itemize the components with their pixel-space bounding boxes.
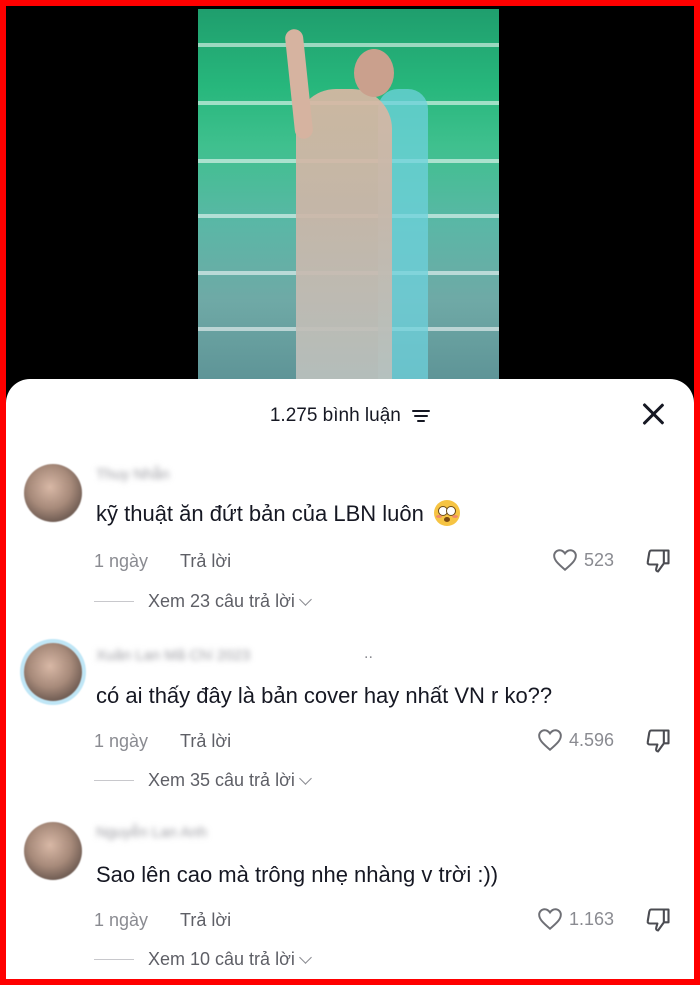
dislike-icon[interactable] xyxy=(644,727,672,755)
view-replies-label: Xem 35 câu trả lời xyxy=(148,770,295,790)
like-button[interactable]: 523 xyxy=(552,548,614,572)
reply-button[interactable]: Trả lời xyxy=(180,910,231,931)
comments-count: 1.275 bình luận xyxy=(269,405,401,426)
close-icon[interactable] xyxy=(640,401,666,427)
divider-line xyxy=(94,959,134,960)
comment-time: 1 ngày xyxy=(94,910,149,930)
chevron-down-icon xyxy=(299,772,312,785)
view-replies-label: Xem 10 câu trả lời xyxy=(148,949,295,969)
singer-head xyxy=(354,49,394,97)
comment-time: 1 ngày xyxy=(94,731,149,751)
comment-text-content: kỹ thuật ăn đứt bản của LBN luôn xyxy=(96,501,424,526)
divider-line xyxy=(94,780,134,781)
chevron-down-icon xyxy=(299,593,312,606)
heart-icon xyxy=(538,908,562,931)
comment-username-text: Xuân Lan Mã Chí 2023 xyxy=(96,647,251,664)
username-ellipsis: .. xyxy=(364,645,373,662)
comments-sheet: 1.275 bình luận Thuy Nhẫn kỹ thuật ăn đứ… xyxy=(6,379,694,979)
heart-icon xyxy=(553,549,577,572)
reply-button[interactable]: Trả lời xyxy=(180,731,231,752)
like-button[interactable]: 1.163 xyxy=(537,907,614,931)
stage-stripe xyxy=(198,43,499,47)
comment-username[interactable]: Xuân Lan Mã Chí 2023 xyxy=(96,647,250,665)
avatar[interactable] xyxy=(24,464,82,522)
video-player[interactable] xyxy=(198,9,499,399)
divider-line xyxy=(94,601,134,602)
view-replies-label: Xem 23 câu trả lời xyxy=(148,591,295,611)
comment-text: kỹ thuật ăn đứt bản của LBN luôn xyxy=(96,500,460,527)
view-replies-button[interactable]: Xem 23 câu trả lời xyxy=(94,591,312,612)
dislike-icon[interactable] xyxy=(644,547,672,575)
dislike-icon[interactable] xyxy=(644,906,672,934)
reply-button[interactable]: Trả lời xyxy=(180,551,231,572)
avatar[interactable] xyxy=(24,643,82,701)
comment-time: 1 ngày xyxy=(94,551,149,571)
heart-icon xyxy=(538,729,562,752)
like-count: 1.163 xyxy=(568,908,614,929)
comment-text: có ai thấy đây là bản cover hay nhất VN … xyxy=(96,683,553,708)
flushed-face-icon xyxy=(433,500,460,526)
avatar[interactable] xyxy=(24,822,82,880)
like-count: 523 xyxy=(583,549,614,570)
like-button[interactable]: 4.596 xyxy=(537,728,614,752)
view-replies-button[interactable]: Xem 10 câu trả lời xyxy=(94,949,312,970)
comment-text: Sao lên cao mà trông nhẹ nhàng v trời :)… xyxy=(96,862,499,887)
filter-lines-icon[interactable] xyxy=(412,409,431,423)
comment-username[interactable]: Thuy Nhẫn xyxy=(96,466,169,484)
comment-username[interactable]: Nguyễn Lan Anh xyxy=(96,824,207,842)
screen-frame: 1.275 bình luận Thuy Nhẫn kỹ thuật ăn đứ… xyxy=(6,6,694,979)
view-replies-button[interactable]: Xem 35 câu trả lời xyxy=(94,770,312,791)
like-count: 4.596 xyxy=(568,729,614,750)
comments-header: 1.275 bình luận xyxy=(6,405,694,427)
chevron-down-icon xyxy=(299,951,312,964)
